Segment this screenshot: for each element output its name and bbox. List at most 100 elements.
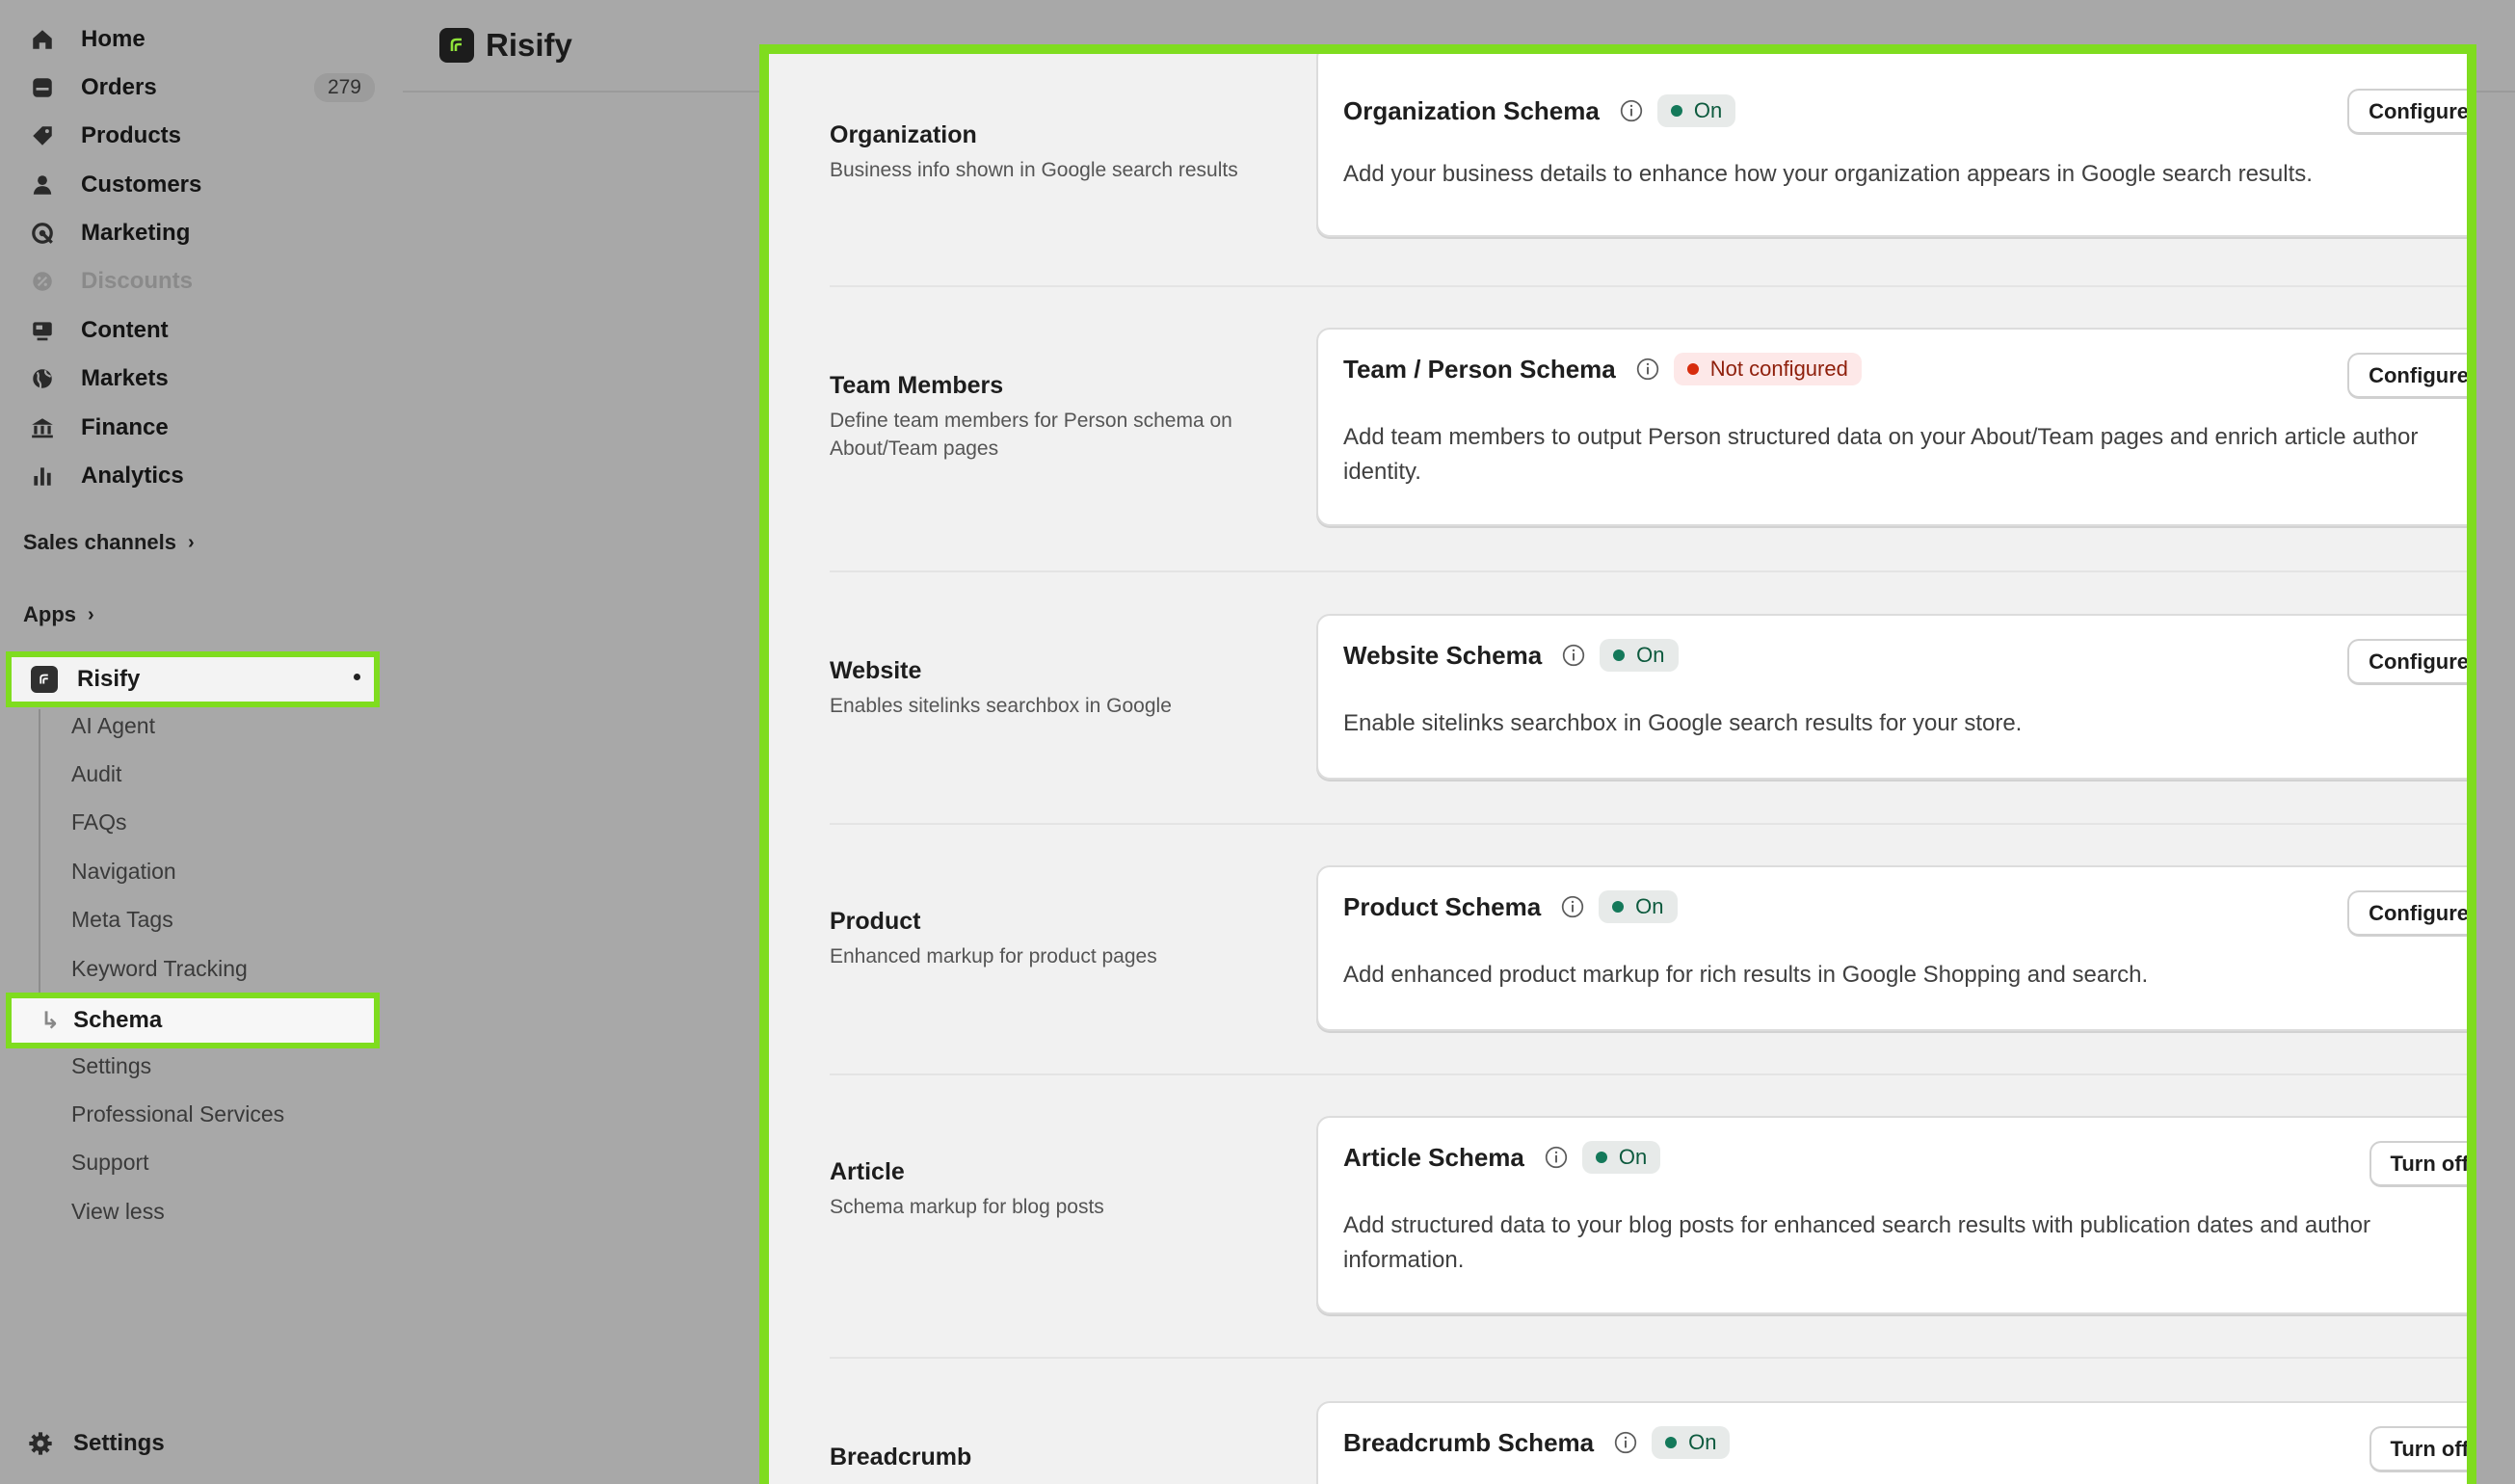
sidebar-item-ai-agent[interactable]: AI Agent xyxy=(71,713,155,739)
configure-button[interactable]: Configure xyxy=(2347,890,2467,937)
configure-button[interactable]: Configure xyxy=(2347,353,2467,399)
status-badge: On xyxy=(1656,94,1736,127)
section-title: Organization xyxy=(830,121,977,148)
section-description: Schema markup for blog posts xyxy=(830,1196,1104,1218)
status-dot xyxy=(1595,1152,1607,1163)
status-text: On xyxy=(1636,643,1665,667)
status-dot xyxy=(1612,901,1625,913)
status-badge: On xyxy=(1599,890,1678,923)
section-description: Business info shown in Google search res… xyxy=(830,159,1238,181)
nav-label: Products xyxy=(81,122,182,148)
gear-icon xyxy=(29,1432,52,1455)
configure-button[interactable]: Configure xyxy=(2347,89,2467,135)
risify-logo-icon xyxy=(31,666,58,693)
tag-icon xyxy=(29,122,56,149)
card-title: Organization Schema xyxy=(1343,95,1600,125)
info-icon[interactable] xyxy=(1560,894,1585,919)
section-title: Product xyxy=(830,908,921,935)
schema-settings-panel: Organization Business info shown in Goog… xyxy=(759,44,2476,1484)
nav-label: Finance xyxy=(81,414,169,440)
section-description: Enhanced markup for product pages xyxy=(830,945,1157,967)
sidebar-item-settings[interactable]: Settings xyxy=(71,1053,151,1079)
divider xyxy=(830,823,2467,825)
section-title: Article xyxy=(830,1158,905,1185)
card-description: Add enhanced product markup for rich res… xyxy=(1343,962,2149,988)
section-title: Website xyxy=(830,657,922,684)
nav-label: Marketing xyxy=(81,220,191,246)
nav-customers[interactable]: Customers xyxy=(19,164,381,206)
status-text: On xyxy=(1635,894,1664,918)
card-title: Breadcrumb Schema xyxy=(1343,1427,1595,1457)
info-icon[interactable] xyxy=(1635,357,1660,382)
nav-home[interactable]: Home xyxy=(19,18,381,61)
card-title: Article Schema xyxy=(1343,1142,1524,1172)
risify-logo-icon xyxy=(439,28,474,63)
tree-branch-arrow-icon: ↳ xyxy=(40,1007,61,1034)
status-dot xyxy=(1686,363,1699,375)
sales-channels-label: Sales channels xyxy=(23,530,176,554)
configure-button[interactable]: Configure xyxy=(2347,639,2467,685)
card-title: Website Schema xyxy=(1343,640,1543,670)
globe-icon xyxy=(29,365,56,392)
nav-orders[interactable]: Orders 279 xyxy=(19,66,381,109)
nav-analytics[interactable]: Analytics xyxy=(19,455,381,497)
pin-dot-icon[interactable] xyxy=(354,674,360,680)
person-icon xyxy=(29,172,56,199)
home-icon xyxy=(29,26,56,53)
sales-channels-link[interactable]: Sales channels › xyxy=(23,530,195,555)
nav-products[interactable]: Products xyxy=(19,115,381,157)
sidebar-item-audit[interactable]: Audit xyxy=(71,761,121,787)
chevron-right-icon: › xyxy=(88,603,94,625)
divider xyxy=(830,1073,2467,1075)
status-dot xyxy=(1670,105,1682,117)
sidebar-item-professional-services[interactable]: Professional Services xyxy=(71,1101,284,1127)
sidebar-item-schema[interactable]: ↳ Schema xyxy=(6,993,380,1048)
sidebar-item-navigation[interactable]: Navigation xyxy=(71,859,176,885)
orders-icon xyxy=(29,74,56,101)
status-text: On xyxy=(1618,1145,1648,1169)
article-schema-card: Article Schema On Turn off Add structure… xyxy=(1316,1116,2467,1314)
card-title: Team / Person Schema xyxy=(1343,354,1616,384)
nav-label: Analytics xyxy=(81,463,184,489)
section-title: Team Members xyxy=(830,372,1004,399)
sidebar-item-meta-tags[interactable]: Meta Tags xyxy=(71,907,173,933)
nav-label: Customers xyxy=(81,172,202,198)
info-icon[interactable] xyxy=(1561,643,1586,668)
content-icon xyxy=(29,317,56,344)
card-description: Add team members to output Person struct… xyxy=(1343,424,2419,485)
info-icon[interactable] xyxy=(1544,1145,1569,1170)
sidebar-item-support[interactable]: Support xyxy=(71,1150,149,1176)
nav-content[interactable]: Content xyxy=(19,309,381,352)
nav-settings[interactable]: Settings xyxy=(27,1430,165,1457)
divider xyxy=(830,1357,2467,1359)
nav-markets[interactable]: Markets xyxy=(19,358,381,400)
sidebar-item-keyword-tracking[interactable]: Keyword Tracking xyxy=(71,956,248,982)
status-dot xyxy=(1613,649,1626,661)
nav-marketing[interactable]: Marketing xyxy=(19,212,381,254)
status-dot xyxy=(1665,1437,1678,1448)
status-badge: On xyxy=(1652,1426,1731,1459)
card-description: Add structured data to your blog posts f… xyxy=(1343,1212,2370,1273)
nav-discounts: Discounts xyxy=(19,260,381,303)
team-person-schema-card: Team / Person Schema Not configured Conf… xyxy=(1316,328,2467,526)
nav-finance[interactable]: Finance xyxy=(19,407,381,449)
status-text: Not configured xyxy=(1709,357,1848,381)
settings-label: Settings xyxy=(73,1430,165,1456)
info-icon[interactable] xyxy=(1613,1430,1638,1455)
sidebar: Home Orders 279 Products Customers Marke… xyxy=(0,0,403,1484)
info-icon[interactable] xyxy=(1619,98,1644,123)
sidebar-item-faqs[interactable]: FAQs xyxy=(71,809,127,835)
marketing-icon xyxy=(29,220,56,247)
website-schema-card: Website Schema On Configure Enable sitel… xyxy=(1316,614,2467,780)
sidebar-app-risify[interactable]: Risify xyxy=(6,651,380,707)
bank-icon xyxy=(29,414,56,441)
turn-off-button[interactable]: Turn off xyxy=(2369,1141,2467,1187)
turn-off-button[interactable]: Turn off xyxy=(2369,1426,2467,1472)
status-badge: On xyxy=(1581,1141,1661,1174)
schema-label: Schema xyxy=(73,1007,163,1033)
nav-label: Content xyxy=(81,317,169,343)
nav-label: Discounts xyxy=(81,268,194,294)
breadcrumb-schema-card: Breadcrumb Schema On Turn off xyxy=(1316,1401,2467,1484)
apps-link[interactable]: Apps › xyxy=(23,602,94,627)
sidebar-item-view-less[interactable]: View less xyxy=(71,1199,165,1225)
